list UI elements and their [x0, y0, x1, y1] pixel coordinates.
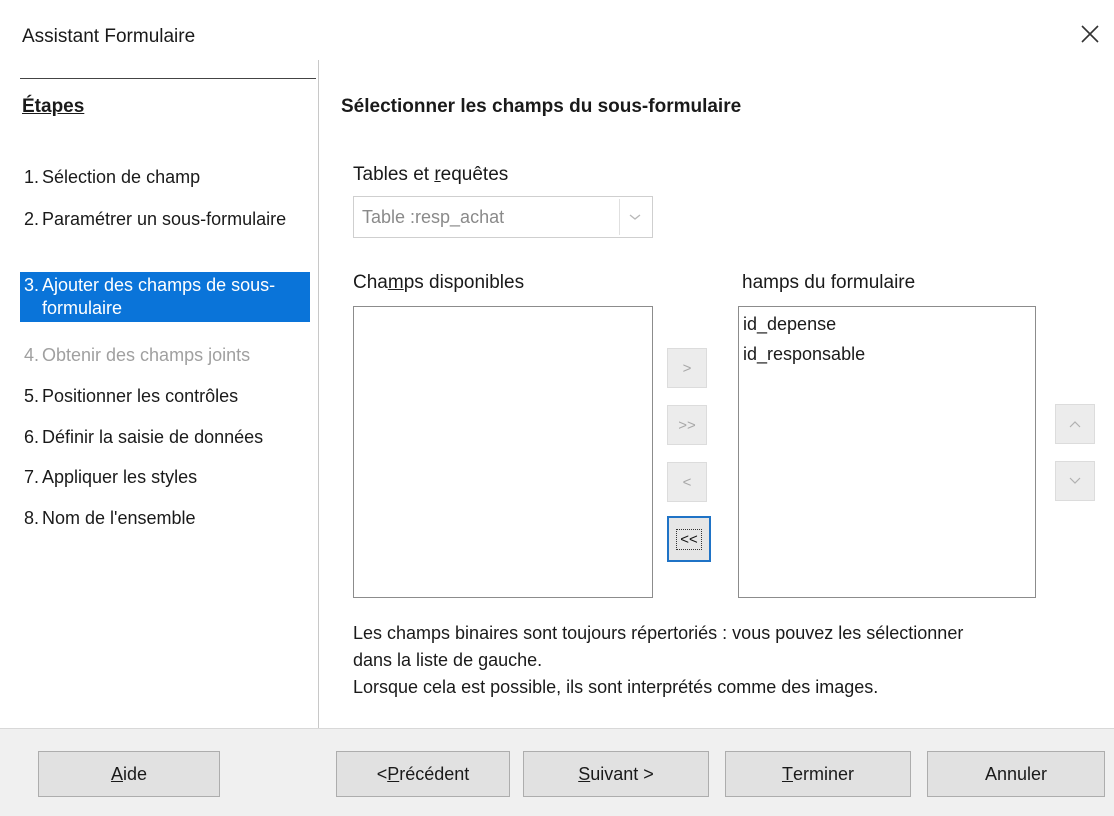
button-bar: Aide < Précédent Suivant > Terminer Annu… [0, 728, 1114, 816]
tables-select[interactable]: Table :resp_achat [353, 196, 653, 238]
chevron-down-icon [1069, 477, 1081, 484]
step-label: Obtenir des champs joints [42, 345, 251, 365]
main-panel: Sélectionner les champs du sous-formulai… [319, 78, 1114, 728]
form-fields-label: hamps du formulaire [742, 272, 916, 293]
step-label: Appliquer les styles [42, 467, 198, 487]
step-1[interactable]: 1. Sélection de champ [20, 164, 310, 191]
info-text: Les champs binaires sont toujours répert… [353, 623, 964, 697]
step-number: 8. [24, 508, 40, 528]
step-label: Positionner les contrôles [42, 386, 239, 406]
step-label: Ajouter des champs de sous-formulaire [42, 275, 276, 318]
step-4: 4. Obtenir des champs joints [20, 342, 310, 369]
chevron-down-icon[interactable] [619, 199, 650, 235]
step-number: 3. [24, 275, 40, 295]
list-item[interactable]: id_depense [739, 309, 1035, 339]
step-2[interactable]: 2. Paramétrer un sous-formulaire [20, 206, 310, 233]
step-label: Sélection de champ [42, 167, 201, 187]
tables-select-value: Table :resp_achat [362, 207, 505, 227]
available-fields-label: Champs disponibles [353, 272, 525, 293]
title-bar: Assistant Formulaire [0, 0, 1114, 78]
steps-heading: Étapes [22, 96, 85, 117]
page-title: Sélectionner les champs du sous-formulai… [341, 96, 742, 117]
remove-all-fields-button[interactable]: << [667, 516, 711, 562]
next-button[interactable]: Suivant > [523, 751, 709, 797]
help-button[interactable]: Aide [38, 751, 220, 797]
step-7[interactable]: 7. Appliquer les styles [20, 464, 310, 491]
finish-button[interactable]: Terminer [725, 751, 911, 797]
step-label: Paramétrer un sous-formulaire [42, 209, 287, 229]
move-up-button[interactable] [1055, 404, 1095, 444]
step-3[interactable]: 3. Ajouter des champs de sous-formulaire [20, 272, 310, 322]
add-field-button[interactable]: > [667, 348, 707, 388]
sidebar-divider [20, 78, 316, 79]
add-all-fields-button[interactable]: >> [667, 405, 707, 445]
tables-label: Tables et requêtes [353, 164, 509, 185]
cancel-button[interactable]: Annuler [927, 751, 1105, 797]
step-number: 7. [24, 467, 40, 487]
step-8[interactable]: 8. Nom de l'ensemble [20, 505, 310, 532]
remove-field-button[interactable]: < [667, 462, 707, 502]
step-number: 1. [24, 167, 40, 187]
steps-sidebar: Étapes 1. Sélection de champ 2. Paramétr… [0, 78, 318, 728]
window-title: Assistant Formulaire [22, 26, 196, 47]
chevron-up-icon [1069, 421, 1081, 428]
step-6[interactable]: 6. Définir la saisie de données [20, 424, 310, 451]
list-item[interactable]: id_responsable [739, 339, 1035, 369]
step-label: Définir la saisie de données [42, 427, 264, 447]
step-number: 5. [24, 386, 40, 406]
close-icon[interactable] [1076, 20, 1104, 48]
step-number: 6. [24, 427, 40, 447]
form-fields-list[interactable]: id_depense id_responsable [738, 306, 1036, 598]
previous-button[interactable]: < Précédent [336, 751, 510, 797]
move-down-button[interactable] [1055, 461, 1095, 501]
available-fields-list[interactable] [353, 306, 653, 598]
step-number: 2. [24, 209, 40, 229]
step-number: 4. [24, 345, 40, 365]
step-5[interactable]: 5. Positionner les contrôles [20, 383, 310, 410]
step-label: Nom de l'ensemble [42, 508, 196, 528]
